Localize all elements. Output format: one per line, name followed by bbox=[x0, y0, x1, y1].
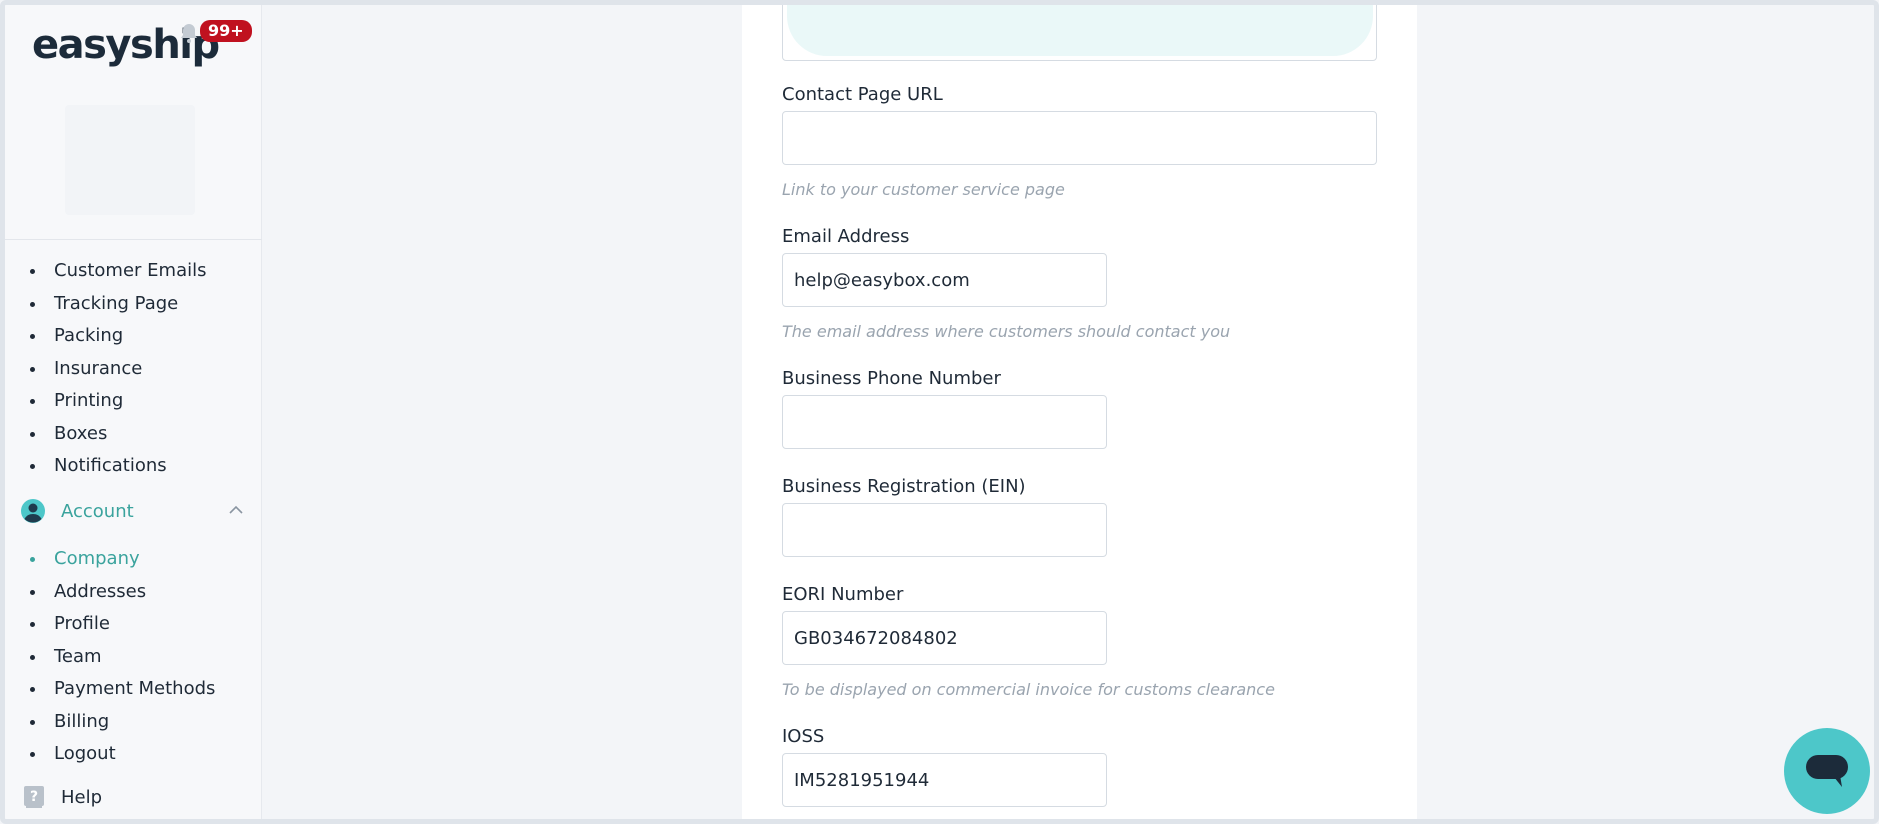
contact-url-input[interactable] bbox=[782, 111, 1377, 165]
account-nav: Company Addresses Profile Team Payment M… bbox=[28, 543, 215, 771]
sidebar-item-company[interactable]: Company bbox=[28, 543, 215, 576]
sidebar-item-packing[interactable]: Packing bbox=[28, 320, 206, 353]
registration-input[interactable] bbox=[782, 503, 1107, 557]
account-section-toggle[interactable]: Account bbox=[21, 497, 245, 525]
sidebar-item-tracking-page[interactable]: Tracking Page bbox=[28, 288, 206, 321]
chat-icon bbox=[1806, 755, 1848, 787]
eori-hint: To be displayed on commercial invoice fo… bbox=[782, 680, 1275, 699]
notification-badge[interactable]: 99+ bbox=[200, 20, 252, 42]
sidebar-divider bbox=[5, 239, 262, 240]
help-icon: ? bbox=[24, 786, 44, 808]
svg-text:?: ? bbox=[30, 789, 38, 805]
help-link[interactable]: ? Help bbox=[23, 783, 102, 811]
sidebar-item-printing[interactable]: Printing bbox=[28, 385, 206, 418]
settings-nav: Customer Emails Tracking Page Packing In… bbox=[28, 255, 206, 483]
contact-url-label: Contact Page URL bbox=[782, 84, 943, 105]
app-frame: easyship 99+ Customer Emails Tracking Pa… bbox=[0, 0, 1879, 824]
sidebar-item-billing[interactable]: Billing bbox=[28, 706, 215, 739]
sidebar-item-team[interactable]: Team bbox=[28, 641, 215, 674]
sidebar-item-notifications[interactable]: Notifications bbox=[28, 450, 206, 483]
email-input[interactable] bbox=[782, 253, 1107, 307]
company-logo-placeholder bbox=[65, 105, 195, 215]
sidebar-item-insurance[interactable]: Insurance bbox=[28, 353, 206, 386]
email-label: Email Address bbox=[782, 226, 910, 247]
phone-input[interactable] bbox=[782, 395, 1107, 449]
sidebar: easyship 99+ Customer Emails Tracking Pa… bbox=[5, 5, 262, 819]
ioss-input[interactable] bbox=[782, 753, 1107, 807]
sidebar-item-profile[interactable]: Profile bbox=[28, 608, 215, 641]
sidebar-item-boxes[interactable]: Boxes bbox=[28, 418, 206, 451]
sidebar-item-logout[interactable]: Logout bbox=[28, 738, 215, 771]
upload-area-fill bbox=[787, 5, 1373, 56]
bell-icon[interactable] bbox=[177, 21, 201, 45]
sidebar-item-payment-methods[interactable]: Payment Methods bbox=[28, 673, 215, 706]
email-hint: The email address where customers should… bbox=[782, 322, 1231, 341]
eori-label: EORI Number bbox=[782, 584, 904, 605]
account-icon bbox=[21, 499, 45, 523]
chevron-up-icon[interactable] bbox=[227, 501, 245, 519]
contact-url-hint: Link to your customer service page bbox=[782, 180, 1065, 199]
chat-button[interactable] bbox=[1784, 728, 1870, 814]
help-label: Help bbox=[61, 786, 103, 808]
sidebar-item-addresses[interactable]: Addresses bbox=[28, 576, 215, 609]
logo-upload-area[interactable] bbox=[782, 5, 1377, 61]
registration-label: Business Registration (EIN) bbox=[782, 476, 1026, 497]
account-label: Account bbox=[61, 500, 134, 522]
phone-label: Business Phone Number bbox=[782, 368, 1001, 389]
sidebar-item-customer-emails[interactable]: Customer Emails bbox=[28, 255, 206, 288]
eori-input[interactable] bbox=[782, 611, 1107, 665]
company-form-card: Contact Page URL Link to your customer s… bbox=[742, 5, 1417, 819]
ioss-label: IOSS bbox=[782, 726, 825, 747]
